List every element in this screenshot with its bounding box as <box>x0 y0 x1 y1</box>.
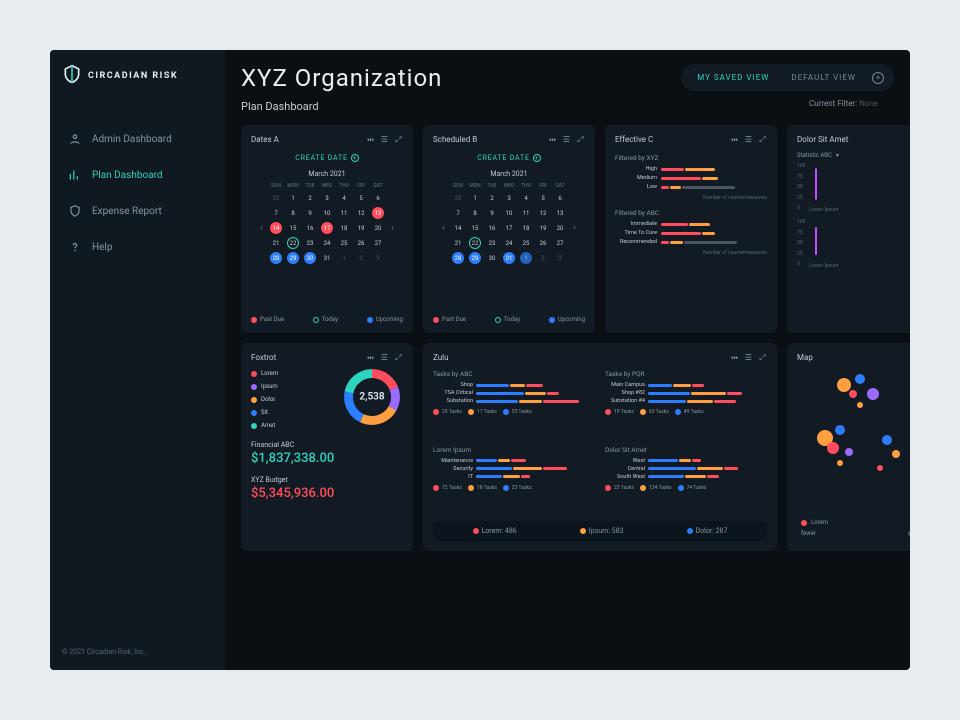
card-foxtrot: Foxtrot ⬪⬪⬪☰⤢ Lorem Ipsum Dolor Sit Amet <box>241 343 413 551</box>
card-title: Map <box>797 353 813 362</box>
sidebar-item-label: Expense Report <box>92 206 162 217</box>
sidebar-item-help[interactable]: Help <box>62 232 213 262</box>
card-title: Foxtrot <box>251 353 276 362</box>
filter-label: Current Filter: <box>809 99 857 108</box>
zulu-tasks-pqr: Tasks by PQR Main Campus Shop #82 Substa… <box>605 370 767 442</box>
add-view-button[interactable]: + <box>872 72 884 84</box>
calendar-day-past-due[interactable]: 14 <box>270 222 282 234</box>
filter-value: None <box>859 99 878 108</box>
financial-label: Financial ABC <box>251 441 403 449</box>
calendar-day-today[interactable]: 22 <box>469 237 481 249</box>
card-title: Dolor Sit Amet <box>797 135 848 144</box>
page-subtitle: Plan Dashboard <box>241 100 442 113</box>
calendar-day-upcoming[interactable]: 28 <box>270 252 282 264</box>
calendar-day-today[interactable]: 22 <box>287 237 299 249</box>
axis-label: Number of countermeasures <box>615 195 767 201</box>
header: XYZ Organization Plan Dashboard MY SAVED… <box>241 64 910 113</box>
calendar-day-upcoming[interactable]: 30 <box>304 252 316 264</box>
list-icon[interactable]: ☰ <box>744 135 753 144</box>
copyright: © 2021 Circadian Risk, Inc. <box>62 648 213 656</box>
card-title: Scheduled B <box>433 135 477 144</box>
list-icon[interactable]: ☰ <box>562 135 571 144</box>
brand: CIRCADIAN RISK <box>62 64 213 88</box>
mini-chart: 1007550250 Lorem Ipsum <box>797 219 910 267</box>
card-title: Zulu <box>433 353 448 362</box>
card-dates-a: Dates A ⬪⬪⬪ ☰ ⤢ CREATE DATE + March 2021 <box>241 125 413 333</box>
donut-chart: 2,538 <box>341 366 403 428</box>
budget-label: XYZ Budget <box>251 476 403 484</box>
card-title: Effective C <box>615 135 653 144</box>
bar-chart-icon <box>68 168 82 182</box>
question-icon <box>68 240 82 254</box>
calendar-day-past-due[interactable]: 13 <box>372 207 384 219</box>
list-icon[interactable]: ☰ <box>744 353 753 362</box>
sidebar-item-admin-dashboard[interactable]: Admin Dashboard <box>62 124 213 154</box>
donut-total: 2,538 <box>359 392 384 403</box>
calendar-next-button[interactable]: › <box>573 223 576 233</box>
plus-icon: + <box>533 154 541 162</box>
tab-default-view[interactable]: DEFAULT VIEW <box>785 70 862 85</box>
page-title: XYZ Organization <box>241 64 442 92</box>
sidebar-item-expense-report[interactable]: Expense Report <box>62 196 213 226</box>
zulu-lorem-ipsum: Lorem Ipsum Maintenance Security IT 72 T… <box>433 446 595 518</box>
zulu-tasks-abc: Tasks by ABC Shop TSA Critical Substatio… <box>433 370 595 442</box>
brand-name: CIRCADIAN RISK <box>88 71 178 81</box>
statistic-dropdown[interactable]: Statistic ABC▾ <box>797 152 910 159</box>
main-content: XYZ Organization Plan Dashboard MY SAVED… <box>225 50 910 670</box>
card-scheduled-b: Scheduled B ⬪⬪⬪ ☰ ⤢ CREATE DATE+ March 202… <box>423 125 595 333</box>
sidebar-item-label: Admin Dashboard <box>92 134 172 145</box>
app-window: CIRCADIAN RISK Admin Dashboard Plan Dash… <box>50 50 910 670</box>
expand-icon[interactable]: ⤢ <box>576 135 585 144</box>
shield-icon <box>68 204 82 218</box>
calendar: March 2021 SUNMONTUEWEDTHUFRISAT 2812345… <box>433 170 585 264</box>
calendar: March 2021 SUN MON TUE WED THU FRI SAT 2… <box>251 170 403 264</box>
sidebar-item-label: Help <box>92 242 112 253</box>
sidebar: CIRCADIAN RISK Admin Dashboard Plan Dash… <box>50 50 225 670</box>
brand-logo-icon <box>62 64 82 88</box>
calendar-next-button[interactable]: › <box>391 223 394 233</box>
tab-my-saved-view[interactable]: MY SAVED VIEW <box>691 70 775 85</box>
section-label: Filtered by ABC <box>615 209 767 217</box>
bar-chart-icon[interactable]: ⬪⬪⬪ <box>730 353 739 362</box>
view-tabs: MY SAVED VIEW DEFAULT VIEW + <box>681 64 894 91</box>
expand-icon[interactable]: ⤢ <box>758 135 767 144</box>
axis-label: Number of countermeasures <box>615 250 767 256</box>
bar-chart-icon[interactable]: ⬪⬪⬪ <box>548 135 557 144</box>
card-dolor-sit-amet: Dolor Sit Amet Statistic ABC▾ 1007550250… <box>787 125 910 333</box>
sidebar-item-label: Plan Dashboard <box>92 170 163 181</box>
calendar-month: March 2021 <box>308 170 345 178</box>
map-visualization[interactable]: Lorem fewer <box>797 370 910 541</box>
sidebar-item-plan-dashboard[interactable]: Plan Dashboard <box>62 160 213 190</box>
mini-chart: 1007550250 Lorem Ipsum <box>797 163 910 211</box>
calendar-prev-button[interactable]: ‹ <box>260 223 263 233</box>
calendar-month: March 2021 <box>490 170 527 178</box>
section-label: Filtered by XYZ <box>615 154 767 162</box>
card-map: Map Lorem few <box>787 343 910 551</box>
card-zulu: Zulu ⬪⬪⬪ ☰ ⤢ Tasks by ABC Shop TSA Critica… <box>423 343 777 551</box>
expand-icon[interactable]: ⤢ <box>758 353 767 362</box>
list-icon[interactable]: ☰ <box>380 353 389 362</box>
bar-chart-icon[interactable]: ⬪⬪⬪ <box>366 353 375 362</box>
calendar-day-upcoming[interactable]: 29 <box>287 252 299 264</box>
list-icon[interactable]: ☰ <box>380 135 389 144</box>
calendar-prev-button[interactable]: ‹ <box>442 223 445 233</box>
zulu-dolor-sit-amet: Dolor Sit Amet West Central South West 2… <box>605 446 767 518</box>
create-date-button[interactable]: CREATE DATE+ <box>433 154 585 162</box>
expand-icon[interactable]: ⤢ <box>394 135 403 144</box>
financial-value: $1,837,338.00 <box>251 451 403 466</box>
expand-icon[interactable]: ⤢ <box>394 353 403 362</box>
calendar-day-past-due[interactable]: 17 <box>321 222 333 234</box>
zulu-totals: Lorem: 486 Ipsum: 583 Dolor: 287 <box>433 521 767 541</box>
dashboard-grid: Dates A ⬪⬪⬪ ☰ ⤢ CREATE DATE + March 2021 <box>241 125 910 551</box>
budget-value: $5,345,936.00 <box>251 486 403 501</box>
bar-chart-icon[interactable]: ⬪⬪⬪ <box>366 135 375 144</box>
plus-icon: + <box>351 154 359 162</box>
current-filter: Current Filter: None <box>681 99 894 108</box>
card-title: Dates A <box>251 135 279 144</box>
card-effective-c: Effective C ⬪⬪⬪☰⤢ Filtered by XYZ High M… <box>605 125 777 333</box>
create-date-button[interactable]: CREATE DATE + <box>251 154 403 162</box>
user-icon <box>68 132 82 146</box>
bar-chart-icon[interactable]: ⬪⬪⬪ <box>730 135 739 144</box>
chevron-down-icon: ▾ <box>836 152 839 159</box>
